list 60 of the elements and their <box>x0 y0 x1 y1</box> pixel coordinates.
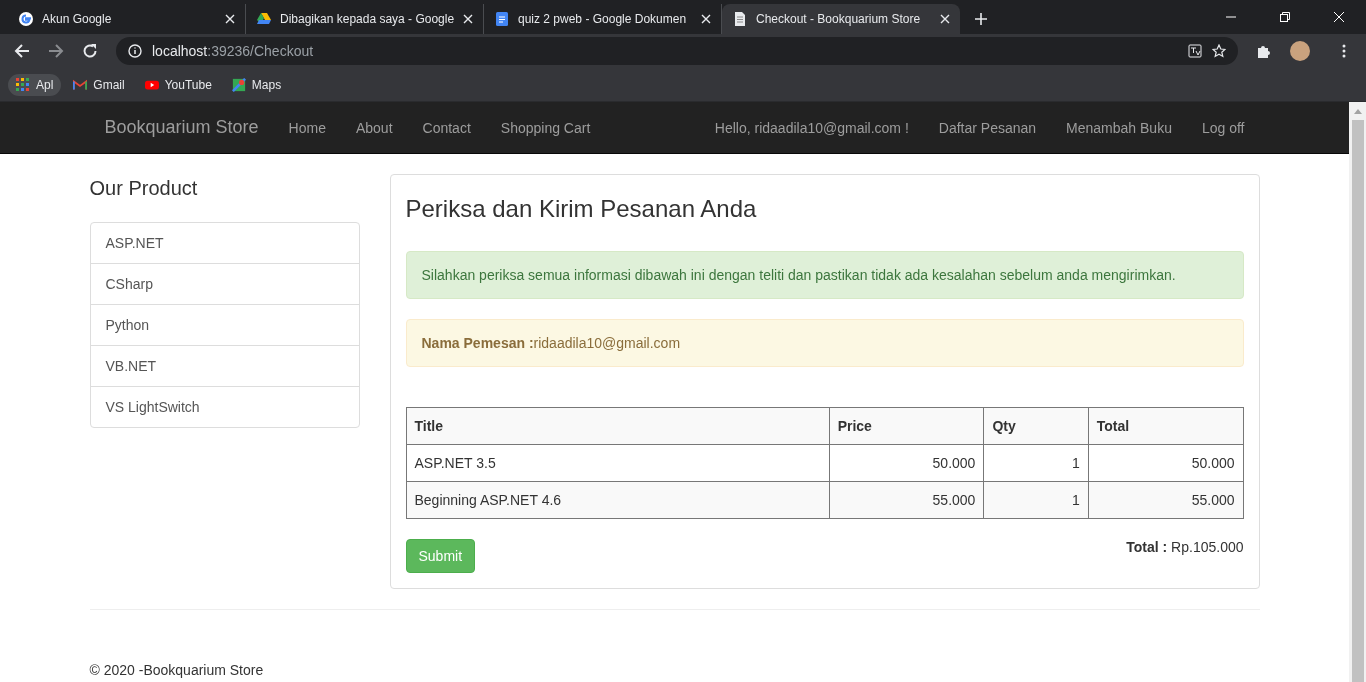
nav-link[interactable]: Home <box>273 119 341 136</box>
bookmark[interactable]: Maps <box>223 73 290 96</box>
column-header: Qty <box>983 407 1089 445</box>
category-item[interactable]: Python <box>90 304 359 345</box>
envelope-logo-icon <box>73 77 88 92</box>
brand-link[interactable]: Bookquarium Store <box>89 117 274 138</box>
close-icon[interactable] <box>940 14 950 24</box>
google-logo-icon <box>18 11 34 27</box>
translate-icon[interactable] <box>1188 44 1202 58</box>
column-header: Price <box>829 407 984 445</box>
info-alert: Silahkan periksa semua informasi dibawah ini dengan teliti dan pastikan tidak ada kesalahan sebelum anda mengirimkan. <box>405 251 1244 299</box>
table-cell: ASP.NET 3.5 <box>406 444 830 482</box>
table-cell: 55.000 <box>829 481 984 519</box>
nav-link[interactable]: Hello, ridaadila10@gmail.com ! <box>699 119 924 136</box>
nav-link[interactable]: Log off <box>1186 119 1260 136</box>
bookmark[interactable]: YouTube <box>136 73 220 96</box>
footer-text: © 2020 -Bookquarium Store <box>89 662 265 678</box>
page-icon <box>732 11 748 27</box>
panel-title: Periksa dan Kirim Pesanan Anda <box>405 195 758 223</box>
nav-link[interactable]: Daftar Pesanan <box>923 119 1052 136</box>
plus-icon[interactable] <box>974 12 988 26</box>
nav-link[interactable]: Menambah Buku <box>1051 119 1187 136</box>
nav-link[interactable]: About <box>340 119 408 136</box>
star-icon[interactable] <box>1212 44 1226 58</box>
table-cell: 50.000 <box>1088 444 1243 482</box>
table-cell: 50.000 <box>829 444 984 482</box>
puzzle-piece-icon[interactable] <box>1256 43 1272 59</box>
close-icon[interactable] <box>463 14 473 24</box>
restore-icon[interactable] <box>1280 12 1290 22</box>
table-cell: 55.000 <box>1088 481 1243 519</box>
scrollbar[interactable] <box>1349 102 1366 682</box>
info-icon <box>128 44 142 58</box>
table-cell: Beginning ASP.NET 4.6 <box>406 481 830 519</box>
column-header: Total <box>1088 407 1243 445</box>
table-cell: 1 <box>983 444 1089 482</box>
address-bar[interactable]: localhost:39236/Checkout <box>116 37 1238 65</box>
bookmark[interactable]: Apl <box>8 73 62 96</box>
triangle-logo-icon <box>256 11 272 27</box>
table-cell: 1 <box>983 481 1089 519</box>
map-pin-logo-icon <box>231 77 246 92</box>
close-icon[interactable] <box>701 14 711 24</box>
category-item[interactable]: ASP.NET <box>90 223 359 263</box>
category-item[interactable]: VB.NET <box>90 345 359 386</box>
back-arrow-icon[interactable] <box>14 43 30 59</box>
bookmark[interactable]: Gmail <box>65 73 133 96</box>
reload-icon[interactable] <box>82 43 98 59</box>
column-header: Title <box>406 407 830 445</box>
avatar[interactable] <box>1290 41 1310 61</box>
close-icon[interactable] <box>225 14 235 24</box>
nav-link[interactable]: Shopping Cart <box>485 119 606 136</box>
order-total: Total : Rp.105.000 <box>1126 539 1244 555</box>
category-item[interactable]: VS LightSwitch <box>90 386 359 427</box>
customer-alert: Nama Pemesan :ridaadila10@gmail.com <box>405 319 1244 367</box>
forward-arrow-icon[interactable] <box>48 43 64 59</box>
nav-link[interactable]: Contact <box>407 119 486 136</box>
sidebar-title: Our Product <box>89 177 199 200</box>
category-item[interactable]: CSharp <box>90 263 359 304</box>
document-icon <box>494 11 510 27</box>
browser-tab[interactable]: Checkout - Bookquarium Store <box>722 4 960 34</box>
grid-icon <box>16 77 30 92</box>
